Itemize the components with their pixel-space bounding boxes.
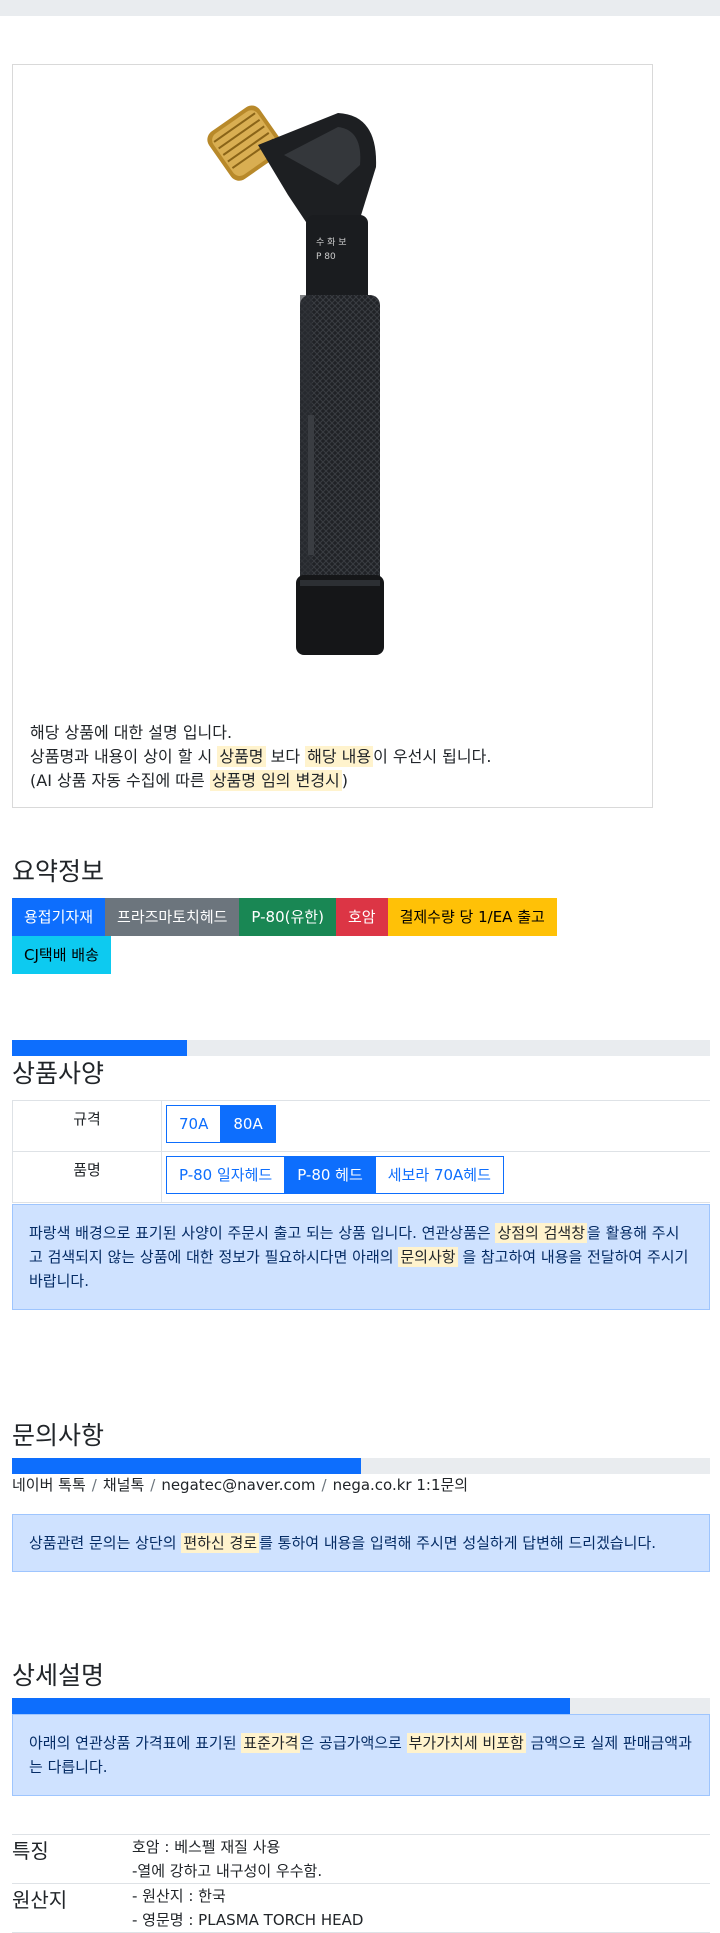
svg-text:P 80: P 80	[316, 252, 336, 262]
spec-notice: 파랑색 배경으로 표기된 사양이 주문시 출고 되는 상품 입니다. 연관상품은…	[12, 1204, 710, 1310]
detail-notice: 아래의 연관상품 가격표에 표기된 표준가격 은 공급가액으로 부가가치세 비포함…	[12, 1714, 710, 1796]
detail-line: 호암 : 베스펠 재질 사용	[132, 1838, 281, 1856]
inquiry-progress-fill	[12, 1458, 361, 1474]
highlight-inquiry: 문의사항	[398, 1247, 458, 1267]
link-naver-talk[interactable]: 네이버 톡톡	[12, 1476, 86, 1494]
spec-table: 규격 70A 80A 품명 P-80 일자헤드 P-80 헤드 세보라 70A헤…	[12, 1100, 710, 1203]
contact-links: 네이버 톡톡 / 채널톡 / negatec@naver.com / nega.co.kr …	[12, 1474, 468, 1495]
badge-shipping[interactable]: CJ택배 배송	[12, 936, 111, 974]
spec-options-item: P-80 일자헤드 P-80 헤드 세보라 70A헤드	[166, 1156, 504, 1194]
detail-line: - 영문명 : PLASMA TORCH HEAD	[132, 1911, 364, 1929]
separator: /	[91, 1476, 97, 1494]
desc-line-1: 해당 상품에 대한 설명 입니다.	[30, 723, 233, 742]
highlight-route: 편하신 경로	[181, 1533, 260, 1553]
option-p80-head[interactable]: P-80 헤드	[284, 1156, 376, 1194]
spec-options-size: 70A 80A	[166, 1105, 276, 1143]
option-80a[interactable]: 80A	[220, 1105, 276, 1143]
highlight-name-change: 상품명 임의 변경시	[209, 770, 342, 791]
badge-quantity[interactable]: 결제수량 당 1/EA 출고	[387, 898, 557, 936]
highlight-standard-price: 표준가격	[241, 1733, 301, 1753]
top-bar	[0, 0, 720, 16]
detail-body-features: 호암 : 베스펠 재질 사용 -열에 강하고 내구성이 우수함.	[132, 1835, 710, 1883]
detail-progress	[12, 1698, 710, 1714]
spec-progress	[12, 1040, 710, 1056]
detail-line: - 원산지 : 한국	[132, 1887, 226, 1905]
desc-line-3: (AI 상품 자동 수집에 따른 상품명 임의 변경시)	[30, 769, 491, 793]
option-sebora-70a-head[interactable]: 세보라 70A헤드	[374, 1156, 504, 1194]
summary-badges: 용접기자재 프라즈마토치헤드 P-80(유한) 호암 결제수량 당 1/EA 출…	[12, 898, 712, 936]
detail-row-origin: 원산지 - 원산지 : 한국 - 영문명 : PLASMA TORCH HEAD	[12, 1884, 710, 1933]
inquiry-title: 문의사항	[12, 1421, 105, 1450]
detail-title: 상세설명	[12, 1661, 105, 1690]
notice-text: 를 통하여 내용을 입력해 주시면 성실하게 답변해 드리겠습니다.	[259, 1534, 657, 1552]
option-70a[interactable]: 70A	[166, 1105, 222, 1143]
badge-model[interactable]: P-80(유한)	[239, 898, 336, 936]
notice-text: 아래의 연관상품 가격표에 표기된	[29, 1734, 242, 1752]
detail-head-features: 특징	[12, 1839, 49, 1863]
separator: /	[321, 1476, 327, 1494]
desc-text: 보다	[265, 747, 306, 766]
badge-category[interactable]: 용접기자재	[12, 898, 106, 936]
spec-row-item: 품명 P-80 일자헤드 P-80 헤드 세보라 70A헤드	[12, 1152, 710, 1203]
highlight-search: 상점의 검색창	[495, 1223, 588, 1243]
highlight-content: 해당 내용	[305, 746, 374, 767]
highlight-product-name: 상품명	[217, 746, 266, 767]
desc-text: (AI 상품 자동 수집에 따른	[30, 771, 210, 790]
desc-text: )	[341, 771, 349, 790]
badge-subcategory[interactable]: 프라즈마토치헤드	[105, 898, 240, 936]
detail-row-features: 특징 호암 : 베스펠 재질 사용 -열에 강하고 내구성이 우수함.	[12, 1835, 710, 1884]
detail-line: -열에 강하고 내구성이 우수함.	[132, 1862, 323, 1880]
svg-text:수 화 보: 수 화 보	[316, 237, 347, 248]
product-card: 수 화 보 P 80 해당 상품에 대한 설명 입니다. 상품명과 내용이 상이…	[12, 64, 653, 808]
inquiry-notice: 상품관련 문의는 상단의 편하신 경로 를 통하여 내용을 입력해 주시면 성실하…	[12, 1514, 710, 1572]
separator: /	[150, 1476, 156, 1494]
product-description: 해당 상품에 대한 설명 입니다. 상품명과 내용이 상이 할 시 상품명 보다…	[30, 721, 491, 793]
badge-brand[interactable]: 호암	[335, 898, 388, 936]
spec-label-size: 규격	[12, 1101, 162, 1151]
link-channel-talk[interactable]: 채널톡	[103, 1476, 144, 1494]
desc-text: 이 우선시 됩니다.	[373, 747, 492, 766]
notice-text: 파랑색 배경으로 표기된 사양이 주문시 출고 되는 상품 입니다. 연관상품은	[29, 1224, 496, 1242]
link-one-to-one[interactable]: nega.co.kr 1:1문의	[333, 1476, 469, 1494]
detail-head-origin: 원산지	[12, 1888, 68, 1912]
inquiry-progress	[12, 1458, 710, 1474]
spec-label-item: 품명	[12, 1152, 162, 1202]
desc-text: 상품명과 내용이 상이 할 시	[30, 747, 218, 766]
desc-line-2: 상품명과 내용이 상이 할 시 상품명 보다 해당 내용 이 우선시 됩니다.	[30, 745, 491, 769]
detail-progress-fill	[12, 1698, 571, 1714]
summary-title: 요약정보	[12, 857, 105, 886]
detail-table: 특징 호암 : 베스펠 재질 사용 -열에 강하고 내구성이 우수함. 원산지 …	[12, 1834, 710, 1933]
spec-row-size: 규격 70A 80A	[12, 1101, 710, 1152]
product-image: 수 화 보 P 80	[207, 105, 384, 655]
highlight-vat-excluded: 부가가치세 비포함	[406, 1733, 526, 1753]
notice-text: 은 공급가액으로	[300, 1734, 407, 1752]
summary-badges-row2: CJ택배 배송	[12, 936, 111, 974]
spec-title: 상품사양	[12, 1059, 105, 1088]
link-email[interactable]: negatec@naver.com	[161, 1476, 315, 1494]
notice-text: 상품관련 문의는 상단의	[29, 1534, 182, 1552]
detail-body-origin: - 원산지 : 한국 - 영문명 : PLASMA TORCH HEAD	[132, 1884, 710, 1932]
option-p80-straight-head[interactable]: P-80 일자헤드	[166, 1156, 286, 1194]
